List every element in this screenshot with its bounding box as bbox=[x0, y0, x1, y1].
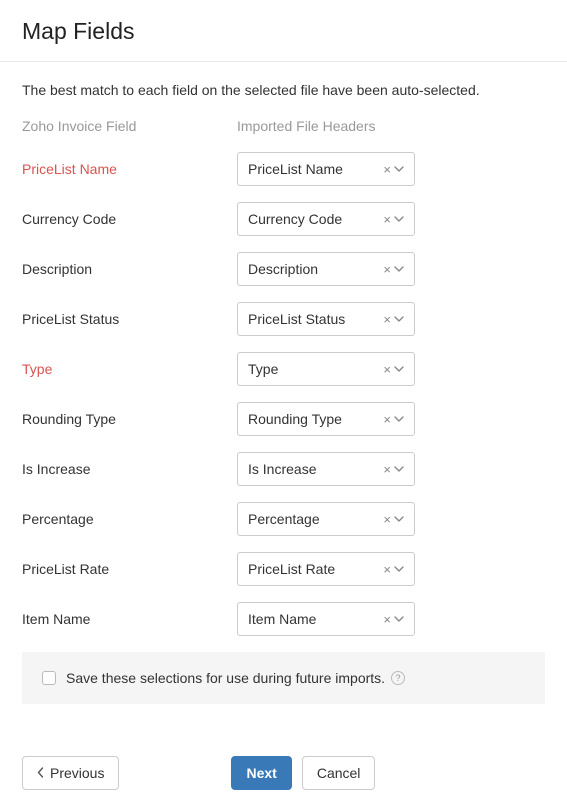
clear-icon[interactable]: × bbox=[383, 263, 391, 276]
field-row: TypeType× bbox=[22, 352, 545, 386]
dropdown-value: Is Increase bbox=[248, 461, 383, 477]
clear-icon[interactable]: × bbox=[383, 563, 391, 576]
header-dropdown[interactable]: Item Name× bbox=[237, 602, 415, 636]
field-label: Type bbox=[22, 361, 237, 377]
dropdown-value: Percentage bbox=[248, 511, 383, 527]
field-row: Currency CodeCurrency Code× bbox=[22, 202, 545, 236]
clear-icon[interactable]: × bbox=[383, 413, 391, 426]
header-dropdown[interactable]: PriceList Status× bbox=[237, 302, 415, 336]
save-selections-label: Save these selections for use during fut… bbox=[66, 670, 405, 686]
dropdown-value: PriceList Status bbox=[248, 311, 383, 327]
col-header-right: Imported File Headers bbox=[237, 118, 545, 134]
clear-icon[interactable]: × bbox=[383, 363, 391, 376]
next-button[interactable]: Next bbox=[231, 756, 291, 790]
fields-list: PriceList NamePriceList Name×Currency Co… bbox=[22, 152, 545, 636]
clear-icon[interactable]: × bbox=[383, 613, 391, 626]
header-dropdown[interactable]: Type× bbox=[237, 352, 415, 386]
clear-icon[interactable]: × bbox=[383, 213, 391, 226]
chevron-down-icon bbox=[394, 264, 404, 274]
save-selections-section: Save these selections for use during fut… bbox=[22, 652, 545, 704]
chevron-down-icon bbox=[394, 364, 404, 374]
field-label: PriceList Status bbox=[22, 311, 237, 327]
field-row: PriceList StatusPriceList Status× bbox=[22, 302, 545, 336]
field-label: Rounding Type bbox=[22, 411, 237, 427]
field-row: DescriptionDescription× bbox=[22, 252, 545, 286]
field-row: PriceList NamePriceList Name× bbox=[22, 152, 545, 186]
header-dropdown[interactable]: Rounding Type× bbox=[237, 402, 415, 436]
header-dropdown[interactable]: Currency Code× bbox=[237, 202, 415, 236]
clear-icon[interactable]: × bbox=[383, 313, 391, 326]
field-row: Item NameItem Name× bbox=[22, 602, 545, 636]
chevron-down-icon bbox=[394, 414, 404, 424]
clear-icon[interactable]: × bbox=[383, 463, 391, 476]
page-title: Map Fields bbox=[22, 18, 545, 45]
chevron-left-icon bbox=[37, 765, 44, 781]
chevron-down-icon bbox=[394, 614, 404, 624]
header-dropdown[interactable]: PriceList Name× bbox=[237, 152, 415, 186]
chevron-down-icon bbox=[394, 464, 404, 474]
previous-button[interactable]: Previous bbox=[22, 756, 119, 790]
field-label: Percentage bbox=[22, 511, 237, 527]
chevron-down-icon bbox=[394, 164, 404, 174]
dropdown-value: Currency Code bbox=[248, 211, 383, 227]
header-dropdown[interactable]: Percentage× bbox=[237, 502, 415, 536]
dropdown-value: PriceList Name bbox=[248, 161, 383, 177]
dropdown-value: Type bbox=[248, 361, 383, 377]
clear-icon[interactable]: × bbox=[383, 163, 391, 176]
field-label: Description bbox=[22, 261, 237, 277]
footer: Previous Next Cancel bbox=[0, 726, 567, 812]
save-selections-row: Save these selections for use during fut… bbox=[42, 670, 525, 686]
field-row: Rounding TypeRounding Type× bbox=[22, 402, 545, 436]
header-dropdown[interactable]: Description× bbox=[237, 252, 415, 286]
field-label: PriceList Rate bbox=[22, 561, 237, 577]
dropdown-value: Rounding Type bbox=[248, 411, 383, 427]
columns-header: Zoho Invoice Field Imported File Headers bbox=[22, 118, 545, 134]
field-label: Is Increase bbox=[22, 461, 237, 477]
cancel-button[interactable]: Cancel bbox=[302, 756, 376, 790]
header-dropdown[interactable]: PriceList Rate× bbox=[237, 552, 415, 586]
header-dropdown[interactable]: Is Increase× bbox=[237, 452, 415, 486]
col-header-left: Zoho Invoice Field bbox=[22, 118, 237, 134]
chevron-down-icon bbox=[394, 564, 404, 574]
field-row: Is IncreaseIs Increase× bbox=[22, 452, 545, 486]
field-row: PriceList RatePriceList Rate× bbox=[22, 552, 545, 586]
save-selections-checkbox[interactable] bbox=[42, 671, 56, 685]
field-label: Currency Code bbox=[22, 211, 237, 227]
clear-icon[interactable]: × bbox=[383, 513, 391, 526]
chevron-down-icon bbox=[394, 214, 404, 224]
intro-text: The best match to each field on the sele… bbox=[22, 82, 545, 98]
chevron-down-icon bbox=[394, 314, 404, 324]
chevron-down-icon bbox=[394, 514, 404, 524]
content-area: The best match to each field on the sele… bbox=[0, 62, 567, 726]
field-row: PercentagePercentage× bbox=[22, 502, 545, 536]
page-header: Map Fields bbox=[0, 0, 567, 62]
field-label: PriceList Name bbox=[22, 161, 237, 177]
dropdown-value: Item Name bbox=[248, 611, 383, 627]
field-label: Item Name bbox=[22, 611, 237, 627]
help-icon[interactable]: ? bbox=[391, 671, 405, 685]
dropdown-value: Description bbox=[248, 261, 383, 277]
dropdown-value: PriceList Rate bbox=[248, 561, 383, 577]
